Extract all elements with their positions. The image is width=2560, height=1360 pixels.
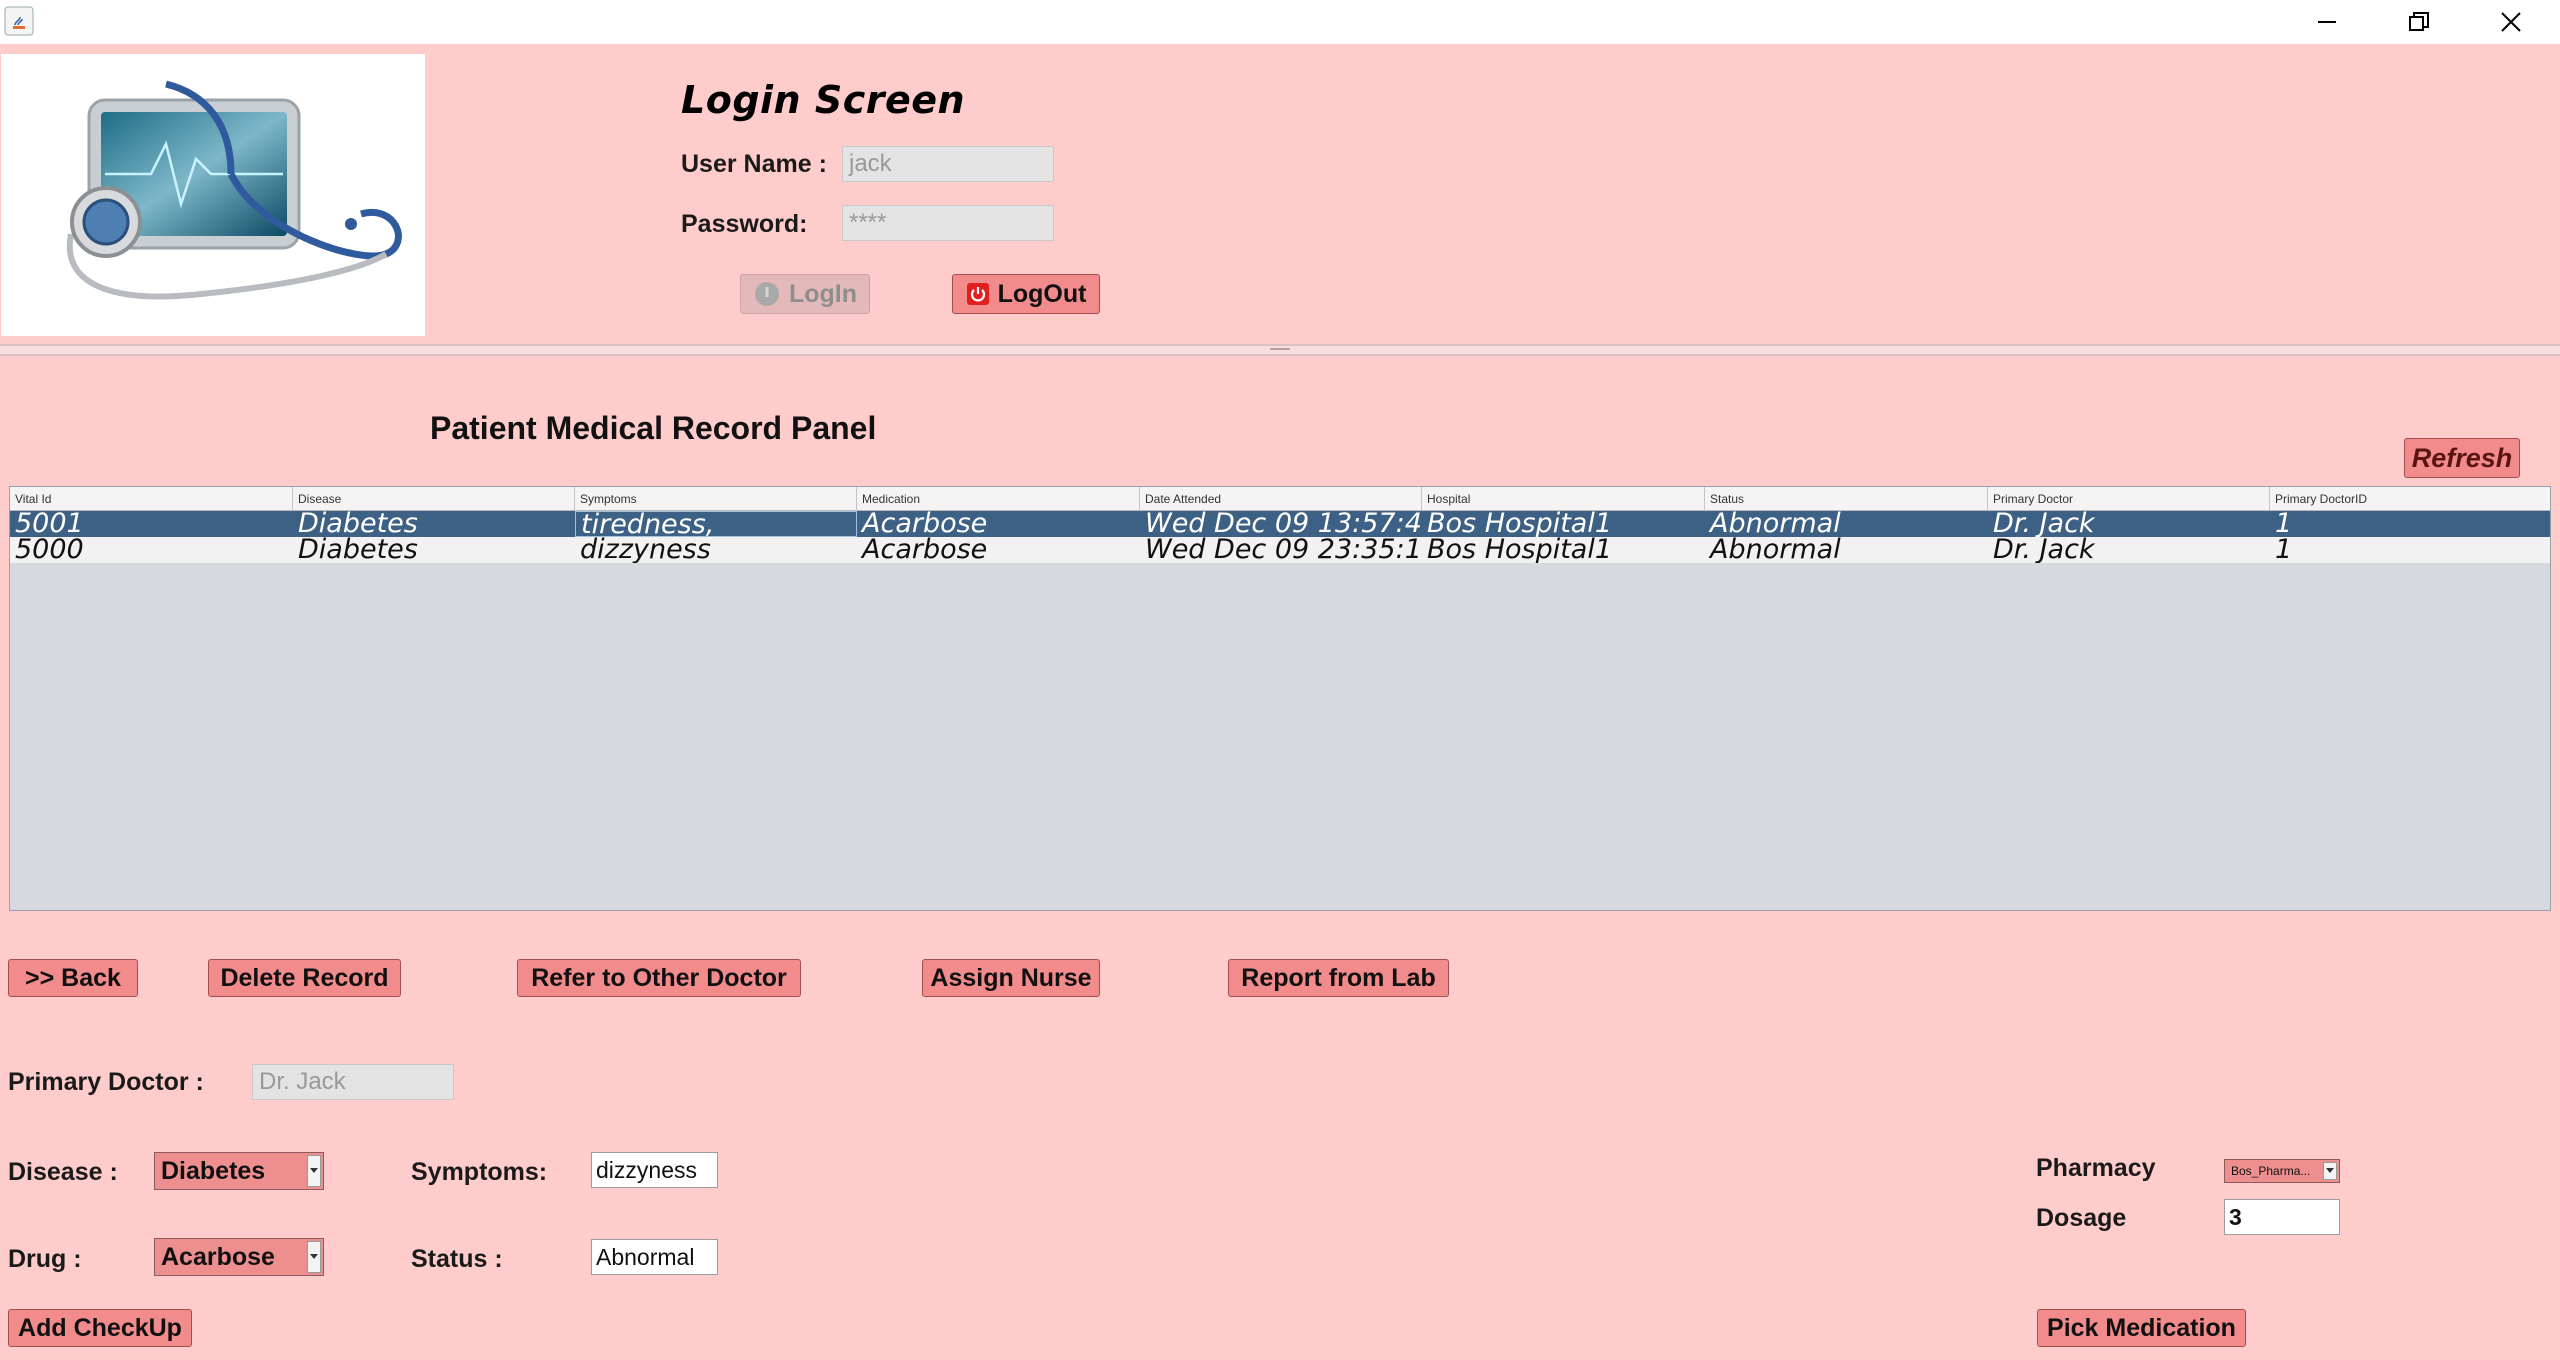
login-button[interactable]: LogIn: [740, 274, 870, 314]
minimize-button[interactable]: [2281, 0, 2373, 44]
table-cell: 5001: [15, 511, 84, 537]
chevron-down-icon: [2323, 1162, 2337, 1180]
table-cell: Diabetes: [298, 537, 418, 563]
divider-grip[interactable]: [1270, 348, 1290, 350]
add-checkup-button[interactable]: Add CheckUp: [8, 1309, 192, 1347]
dosage-field[interactable]: 3: [2224, 1199, 2340, 1235]
drug-label: Drug :: [8, 1245, 82, 1273]
disease-selected: Diabetes: [161, 1156, 266, 1185]
power-icon: [966, 283, 989, 305]
col-symptoms[interactable]: Symptoms: [575, 487, 857, 511]
table-cell: 1: [2275, 511, 2293, 537]
drug-dropdown[interactable]: Acarbose: [154, 1238, 324, 1276]
panel-title: Patient Medical Record Panel: [430, 410, 877, 446]
table-header: Vital Id Disease Symptoms Medication Dat…: [10, 487, 2550, 511]
primary-doctor-field[interactable]: Dr. Jack: [252, 1064, 454, 1100]
chevron-down-icon: [307, 1241, 321, 1273]
status-label: Status :: [411, 1245, 503, 1273]
restore-button[interactable]: [2373, 0, 2465, 44]
medical-logo-image: [1, 54, 425, 336]
col-date-attended[interactable]: Date Attended: [1140, 487, 1422, 511]
restore-icon: [2409, 12, 2429, 31]
dosage-label: Dosage: [2036, 1204, 2127, 1232]
username-label: User Name :: [681, 150, 827, 178]
pharmacy-dropdown[interactable]: Bos_Pharma...: [2224, 1159, 2340, 1183]
refresh-button[interactable]: Refresh: [2404, 438, 2520, 478]
col-medication[interactable]: Medication: [857, 487, 1140, 511]
table-cell: Bos Hospital1: [1427, 537, 1613, 563]
table-cell: Abnormal: [1710, 511, 1841, 537]
table-cell: Wed Dec 09 13:57:4...: [1145, 511, 1422, 537]
table-row[interactable]: 5001 Diabetes tiredness, Acarbose Wed De…: [10, 511, 2550, 537]
java-app-icon: [4, 6, 34, 36]
close-button[interactable]: [2465, 0, 2557, 44]
close-icon: [2501, 12, 2521, 32]
table-cell: Bos Hospital1: [1427, 511, 1613, 537]
table-cell: dizzyness: [580, 537, 711, 563]
title-bar: [0, 0, 2560, 44]
delete-record-button[interactable]: Delete Record: [208, 959, 401, 997]
col-hospital[interactable]: Hospital: [1422, 487, 1705, 511]
password-field[interactable]: ****: [842, 205, 1054, 241]
minimize-icon: [2318, 21, 2336, 23]
col-primary-doctor[interactable]: Primary Doctor: [1988, 487, 2270, 511]
primary-doctor-label: Primary Doctor :: [8, 1068, 204, 1096]
pick-medication-button[interactable]: Pick Medication: [2037, 1309, 2246, 1347]
records-table[interactable]: Vital Id Disease Symptoms Medication Dat…: [9, 486, 2551, 911]
table-cell: Abnormal: [1710, 537, 1841, 563]
disease-label: Disease :: [8, 1158, 118, 1186]
pharmacy-label: Pharmacy: [2036, 1154, 2156, 1182]
table-cell: Diabetes: [298, 511, 418, 537]
report-from-lab-button[interactable]: Report from Lab: [1228, 959, 1449, 997]
table-cell: Dr. Jack: [1993, 511, 2095, 537]
chevron-down-icon: [307, 1155, 321, 1187]
col-vital-id[interactable]: Vital Id: [10, 487, 293, 511]
status-field[interactable]: Abnormal: [591, 1239, 718, 1275]
login-icon: [754, 282, 779, 306]
symptoms-label: Symptoms:: [411, 1158, 548, 1186]
pharmacy-selected: Bos_Pharma...: [2231, 1164, 2311, 1178]
password-label: Password:: [681, 210, 808, 238]
logout-button[interactable]: LogOut: [952, 274, 1100, 314]
login-button-label: LogIn: [788, 279, 858, 308]
col-disease[interactable]: Disease: [293, 487, 575, 511]
table-row[interactable]: 5000 Diabetes dizzyness Acarbose Wed Dec…: [10, 537, 2550, 563]
back-button[interactable]: >> Back: [8, 959, 138, 997]
disease-dropdown[interactable]: Diabetes: [154, 1152, 324, 1190]
table-cell: tiredness,: [575, 511, 857, 537]
table-cell: Acarbose: [862, 537, 988, 563]
col-primary-doctor-id[interactable]: Primary DoctorID: [2270, 487, 2550, 511]
assign-nurse-button[interactable]: Assign Nurse: [922, 959, 1100, 997]
symptoms-field[interactable]: dizzyness: [591, 1152, 718, 1188]
drug-selected: Acarbose: [161, 1242, 275, 1271]
col-status[interactable]: Status: [1705, 487, 1988, 511]
table-cell: Dr. Jack: [1993, 537, 2095, 563]
logout-button-label: LogOut: [997, 279, 1087, 308]
table-cell: 1: [2275, 537, 2293, 563]
table-cell: 5000: [15, 537, 84, 563]
refer-doctor-button[interactable]: Refer to Other Doctor: [517, 959, 801, 997]
table-cell: Acarbose: [862, 511, 988, 537]
login-title: Login Screen: [681, 78, 966, 122]
split-pane-divider[interactable]: [0, 344, 2560, 356]
table-cell: Wed Dec 09 23:35:1...: [1145, 537, 1422, 563]
username-field[interactable]: jack: [842, 146, 1054, 182]
